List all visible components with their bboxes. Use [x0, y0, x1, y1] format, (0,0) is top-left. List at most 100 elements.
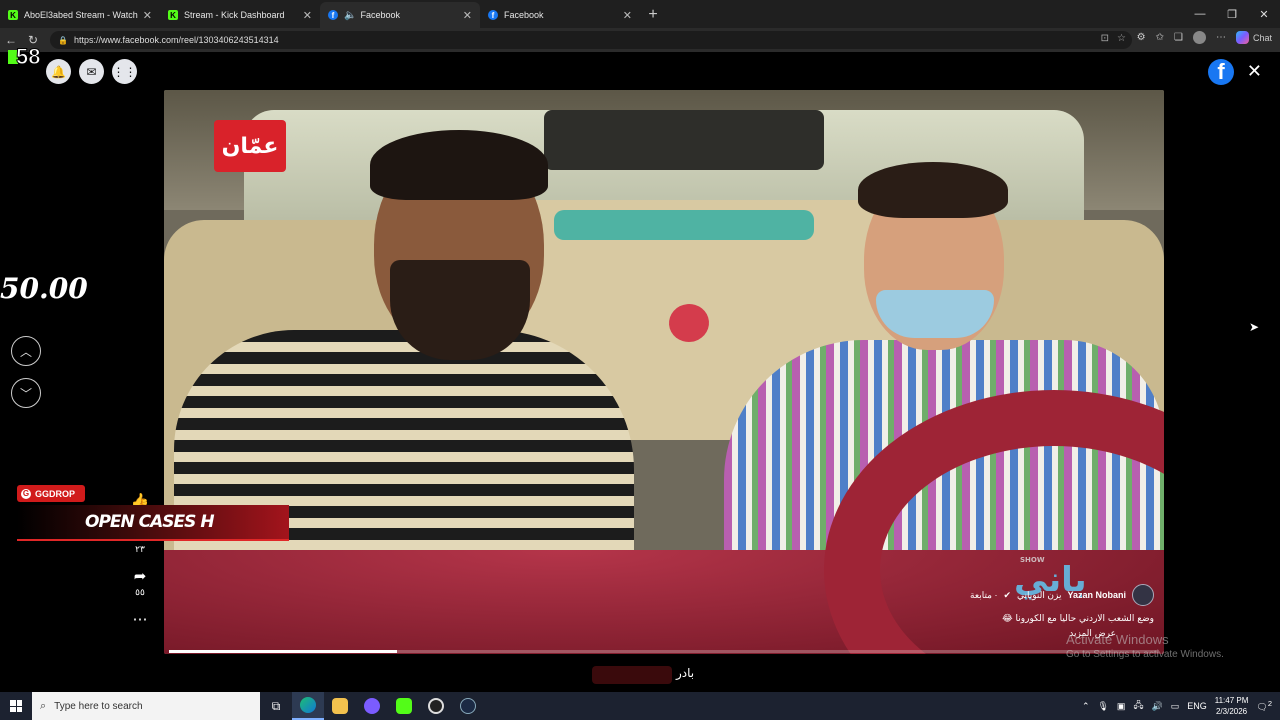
tab-close-icon[interactable]: ✕	[623, 9, 632, 22]
kick-favicon-icon: K	[168, 10, 178, 20]
notifications-bell-icon[interactable]: 🔔	[46, 59, 71, 84]
url-text: https://www.facebook.com/reel/1303406243…	[73, 35, 279, 45]
discord-icon[interactable]	[356, 692, 388, 720]
task-view-icon[interactable]: ⧉	[260, 692, 292, 720]
network-icon[interactable]: 🖧	[1133, 698, 1143, 714]
tab-close-icon[interactable]: ✕	[143, 9, 152, 22]
file-explorer-icon[interactable]	[324, 692, 356, 720]
toolbar-right: ⚙ ✩ ❏ ⋯ Chat	[1137, 31, 1272, 44]
notification-count: 2	[1267, 699, 1272, 708]
ggdrop-overlay: G GGDROP OPEN CASES H	[17, 485, 289, 541]
tray-app-icon[interactable]: ▣	[1117, 701, 1126, 712]
right-man-hair	[858, 162, 1008, 218]
close-window-icon[interactable]: ✕	[1248, 0, 1280, 28]
favorite-star-icon[interactable]: ☆	[1117, 33, 1126, 44]
overlay-amount: 50.00	[0, 272, 88, 305]
tab-title: AboEl3abed Stream - Watch Live o	[24, 10, 139, 20]
favorites-icon[interactable]: ✩	[1156, 32, 1164, 43]
bottom-overlay: بادر	[592, 662, 695, 686]
stream-overlay-badge: 58	[8, 44, 44, 80]
activate-subtitle: Go to Settings to activate Windows.	[1066, 649, 1224, 660]
more-options-icon[interactable]: ⋯	[133, 610, 148, 628]
edge-taskbar-icon[interactable]	[292, 692, 324, 720]
tab-title: Facebook	[360, 10, 400, 20]
tissue-box	[554, 210, 814, 240]
volume-icon[interactable]: 🔊	[1151, 701, 1162, 712]
profile-avatar-icon[interactable]	[1192, 31, 1206, 44]
notifications-icon[interactable]: 🗨2	[1256, 699, 1272, 713]
share-count: ٥٥	[135, 587, 145, 597]
face-mask	[876, 290, 994, 338]
obs-icon[interactable]	[420, 692, 452, 720]
windows-logo-icon	[10, 700, 22, 712]
channel-logo: عمّان	[214, 120, 286, 172]
windows-taskbar: ⌕ Type here to search ⧉ ⌃ 🎙 ▣ 🖧 🔊 ▭ ENG …	[0, 692, 1280, 720]
reel-author[interactable]: Yazan Nobani يزن النوباني ✔ · متابعة	[970, 584, 1154, 606]
clock-time: 11:47 PM	[1214, 696, 1249, 705]
next-reel-button[interactable]: ﹀	[11, 378, 41, 408]
taskbar-clock[interactable]: 11:47 PM 2/3/2026	[1215, 695, 1249, 717]
tab-title: Stream - Kick Dashboard	[184, 10, 285, 20]
window-controls: — ❐ ✕	[1184, 0, 1280, 28]
taskbar-search[interactable]: ⌕ Type here to search	[32, 692, 260, 720]
reel-caption: وضع الشعب الاردني حاليا مع الكورونا 😂	[1002, 614, 1154, 624]
tray-screen-icon[interactable]: ▭	[1171, 701, 1180, 712]
copilot-label: Chat	[1252, 32, 1272, 43]
rearview-mirror	[544, 110, 824, 170]
lock-icon[interactable]: 🔒	[58, 36, 68, 45]
activate-title: Activate Windows	[1066, 632, 1169, 647]
ggdrop-label: GGDROP	[35, 488, 76, 499]
bottom-arabic-text: بادر	[676, 666, 695, 680]
top-icon-group: 🔔 ✉ ⋮⋮	[46, 59, 137, 84]
left-man-beard	[390, 260, 530, 360]
facebook-logo-icon[interactable]: f	[1208, 59, 1234, 85]
browser-tab-bar: K AboEl3abed Stream - Watch Live o ✕ K S…	[0, 0, 1280, 28]
reel-video[interactable]: عمّان SHOW باني Yazan Nobani يزن النوبان…	[164, 90, 1164, 654]
tab-close-icon[interactable]: ✕	[463, 9, 472, 22]
extensions-icon[interactable]: ⚙	[1137, 32, 1146, 43]
copilot-chat-button[interactable]: Chat	[1235, 31, 1272, 44]
reader-icon[interactable]: ⊡	[1101, 33, 1109, 44]
ggdrop-logo-icon: G	[21, 488, 31, 499]
kick-favicon-icon: K	[8, 10, 18, 20]
facebook-favicon-icon: f	[488, 10, 498, 20]
overlay-number: 58	[15, 44, 41, 70]
kick-app-icon[interactable]	[388, 692, 420, 720]
tab-facebook-active[interactable]: f 🔈 Facebook ✕	[320, 2, 480, 28]
minimize-icon[interactable]: —	[1184, 0, 1216, 28]
bottom-red-shape	[592, 666, 672, 684]
video-progress-bar[interactable]	[169, 650, 1159, 653]
follow-button[interactable]: · متابعة	[970, 590, 997, 601]
comment-count: ٢٣	[135, 544, 145, 554]
tab-aboel3abed-stream[interactable]: K AboEl3abed Stream - Watch Live o ✕	[0, 2, 160, 28]
new-tab-button[interactable]: +	[640, 2, 666, 28]
collections-icon[interactable]: ❏	[1174, 32, 1183, 43]
ggdrop-tag: G GGDROP	[17, 485, 85, 502]
restore-icon[interactable]: ❐	[1216, 0, 1248, 28]
address-bar-row: ← ↻ 🔒 https://www.facebook.com/reel/1303…	[0, 28, 1280, 52]
watermark-small-text: SHOW	[1020, 556, 1045, 564]
author-avatar[interactable]	[1132, 584, 1154, 606]
previous-reel-button[interactable]: ︿	[11, 336, 41, 366]
more-menu-icon[interactable]: ⋯	[1216, 32, 1226, 43]
speaker-icon[interactable]: 🔈	[344, 10, 356, 21]
chevron-up-icon: ︿	[19, 344, 32, 359]
reel-viewer: 58 🔔 ✉ ⋮⋮ f ✕ 50.00 ︿ ﹀ عمّان SHOW باني	[0, 44, 1280, 692]
language-indicator[interactable]: ENG	[1187, 701, 1207, 711]
tray-chevron-icon[interactable]: ⌃	[1082, 701, 1090, 712]
share-icon[interactable]: ➦	[134, 567, 147, 585]
tab-kick-dashboard[interactable]: K Stream - Kick Dashboard ✕	[160, 2, 320, 28]
url-field[interactable]: 🔒 https://www.facebook.com/reel/13034062…	[50, 31, 1132, 49]
omnibox-tools: ⊡ ☆	[1101, 33, 1126, 44]
tab-facebook[interactable]: f Facebook ✕	[480, 2, 640, 28]
tab-close-icon[interactable]: ✕	[303, 9, 312, 22]
menu-grid-icon[interactable]: ⋮⋮	[112, 59, 137, 84]
microphone-icon[interactable]: 🎙	[1097, 701, 1108, 712]
tab-title: Facebook	[504, 10, 544, 20]
close-reel-icon[interactable]: ✕	[1247, 61, 1262, 82]
steam-icon[interactable]	[452, 692, 484, 720]
search-icon: ⌕	[40, 699, 47, 712]
messenger-icon[interactable]: ✉	[79, 59, 104, 84]
author-name[interactable]: Yazan Nobani	[1067, 590, 1126, 600]
start-button[interactable]	[0, 692, 32, 720]
